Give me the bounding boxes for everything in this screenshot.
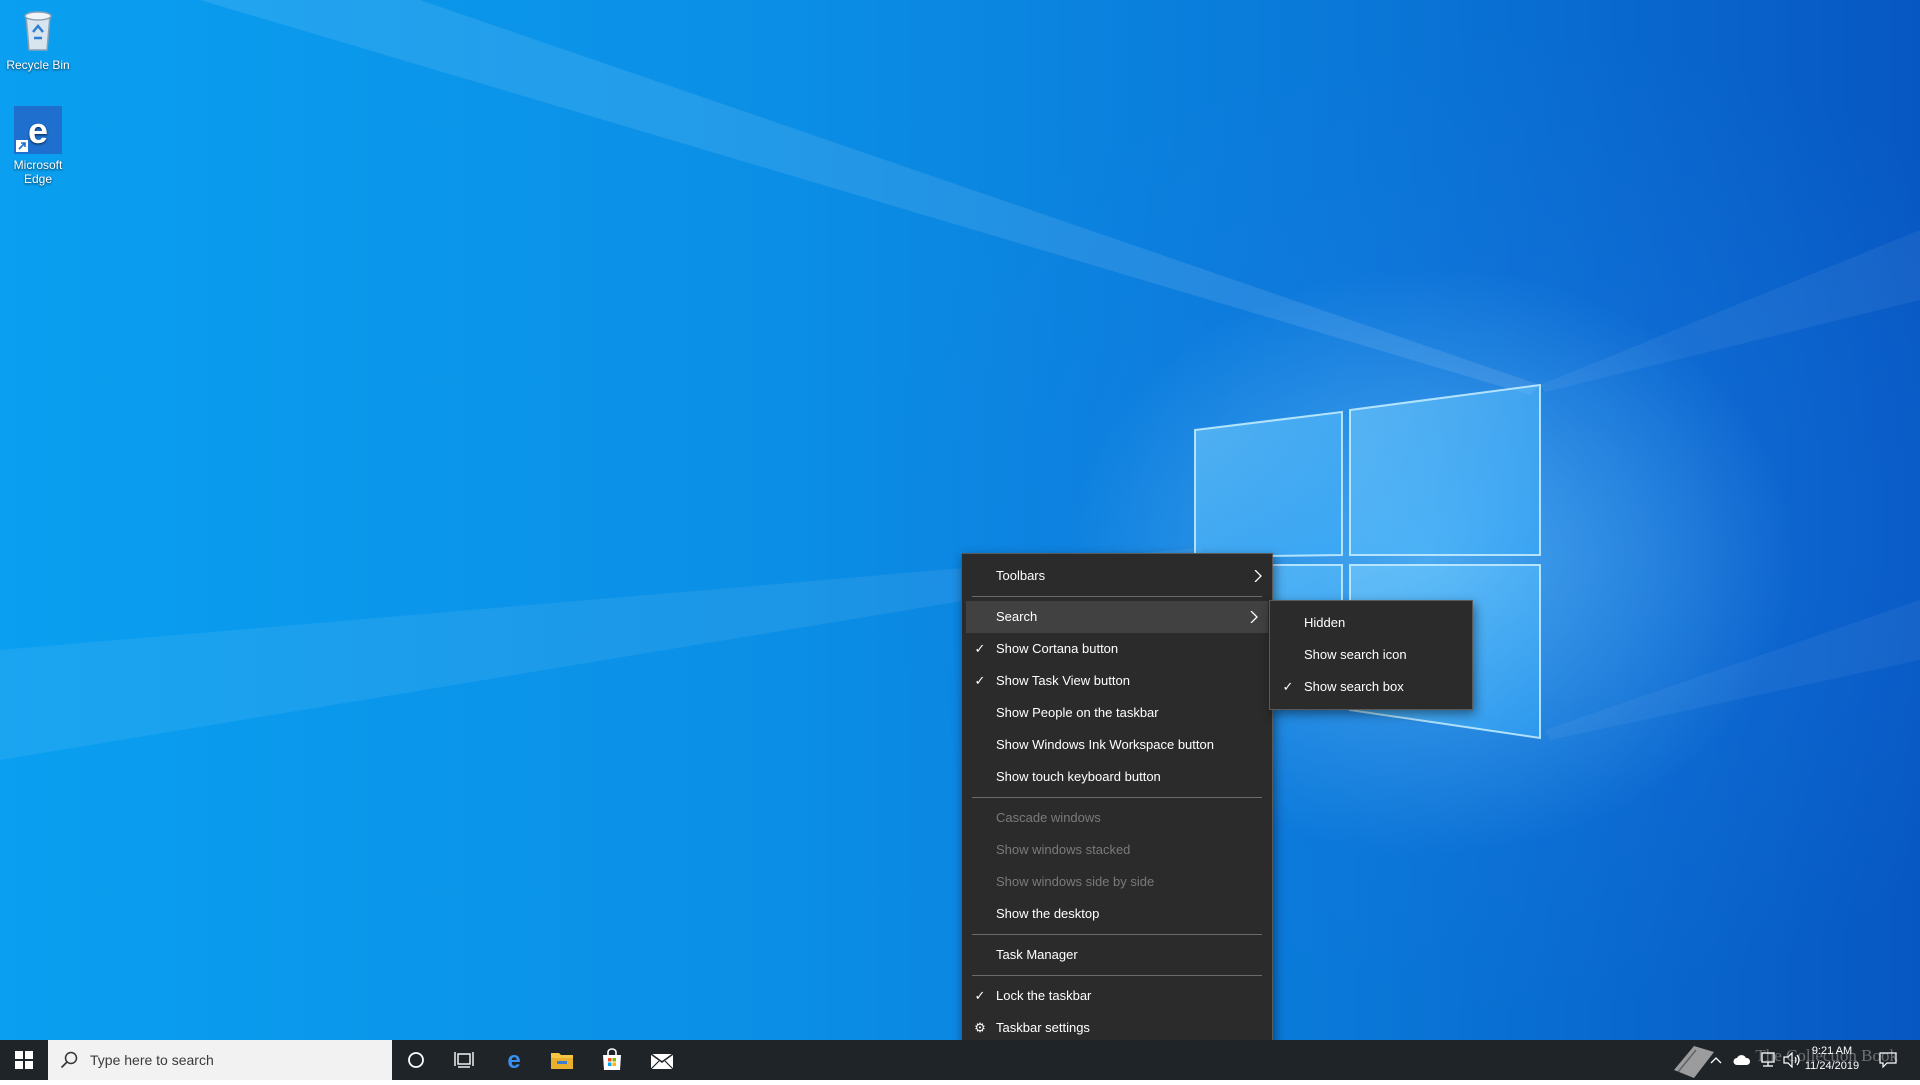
checkmark-icon: ✓ bbox=[974, 988, 986, 1003]
taskbar-search-box[interactable] bbox=[48, 1040, 392, 1080]
menu-item-cascade-windows: Cascade windows bbox=[962, 802, 1272, 834]
cloud-icon bbox=[1733, 1055, 1751, 1065]
taskbar-edge-button[interactable]: e bbox=[490, 1040, 538, 1080]
action-center-button[interactable] bbox=[1874, 1040, 1902, 1080]
menu-item-show-cortana-button[interactable]: ✓ Show Cortana button bbox=[962, 633, 1272, 665]
clock-time: 9:21 AM bbox=[1811, 1045, 1853, 1057]
cortana-button[interactable] bbox=[392, 1040, 440, 1080]
svg-text:e: e bbox=[507, 1048, 520, 1072]
store-icon bbox=[603, 1048, 621, 1070]
menu-item-label: Toolbars bbox=[996, 568, 1046, 583]
taskbar-mail-button[interactable] bbox=[638, 1040, 686, 1080]
menu-item-windows-stacked: Show windows stacked bbox=[962, 834, 1272, 866]
menu-item-label: Show touch keyboard button bbox=[996, 769, 1161, 784]
menu-item-label: Show the desktop bbox=[996, 906, 1100, 921]
chevron-right-icon bbox=[1250, 611, 1258, 623]
desktop-icon-label: Recycle Bin bbox=[6, 58, 70, 72]
menu-item-show-people[interactable]: Show People on the taskbar bbox=[962, 697, 1272, 729]
menu-item-show-task-view-button[interactable]: ✓ Show Task View button bbox=[962, 665, 1272, 697]
menu-separator bbox=[972, 596, 1262, 597]
taskbar-store-button[interactable] bbox=[588, 1040, 636, 1080]
search-input[interactable] bbox=[88, 1051, 372, 1069]
network-icon bbox=[1761, 1052, 1775, 1067]
menu-separator bbox=[972, 934, 1262, 935]
submenu-item-show-search-icon[interactable]: Show search icon bbox=[1270, 639, 1472, 671]
menu-item-search[interactable]: Search bbox=[966, 601, 1268, 633]
checkmark-icon: ✓ bbox=[1282, 679, 1294, 694]
menu-item-show-touch-keyboard[interactable]: Show touch keyboard button bbox=[962, 761, 1272, 793]
chevron-up-icon bbox=[1710, 1057, 1722, 1064]
cortana-icon bbox=[408, 1052, 424, 1068]
menu-item-task-manager[interactable]: Task Manager bbox=[962, 939, 1272, 971]
menu-item-label: Show windows side by side bbox=[996, 874, 1155, 889]
recycle-bin-icon bbox=[14, 6, 62, 54]
desktop-icon-label: Edge bbox=[23, 172, 53, 186]
search-submenu: Hidden Show search icon ✓ Show search bo… bbox=[1269, 600, 1473, 710]
menu-item-label: Task Manager bbox=[996, 947, 1078, 962]
menu-item-label: Lock the taskbar bbox=[996, 988, 1092, 1003]
menu-item-label: Show Task View button bbox=[996, 673, 1130, 688]
chevron-right-icon bbox=[1254, 570, 1262, 582]
menu-item-label: Search bbox=[996, 609, 1038, 624]
notification-icon bbox=[1879, 1052, 1897, 1068]
desktop[interactable]: Recycle Bin e Microsoft Edge Toolbars Se… bbox=[0, 0, 1920, 1040]
start-button[interactable] bbox=[0, 1040, 48, 1080]
menu-item-label: Show search box bbox=[1304, 679, 1404, 694]
taskbar-file-explorer-button[interactable] bbox=[538, 1040, 586, 1080]
checkmark-icon: ✓ bbox=[974, 641, 986, 656]
desktop-icon-label: Microsoft bbox=[13, 158, 63, 172]
edge-icon: e bbox=[507, 1048, 520, 1072]
onedrive-tray-button[interactable] bbox=[1730, 1040, 1754, 1080]
task-view-icon bbox=[454, 1052, 474, 1068]
clock-date: 11/24/2019 bbox=[1804, 1060, 1860, 1072]
menu-item-label: Cascade windows bbox=[996, 810, 1101, 825]
menu-item-taskbar-settings[interactable]: ⚙ Taskbar settings bbox=[962, 1012, 1272, 1040]
windows-logo-wallpaper bbox=[1194, 383, 1541, 740]
menu-separator bbox=[972, 797, 1262, 798]
edge-icon: e bbox=[14, 106, 62, 154]
menu-item-windows-side-by-side: Show windows side by side bbox=[962, 866, 1272, 898]
menu-item-toolbars[interactable]: Toolbars bbox=[962, 560, 1272, 592]
taskbar-clock[interactable]: 9:21 AM 11/24/2019 bbox=[1794, 1044, 1870, 1074]
desktop-icon-edge[interactable]: e Microsoft Edge bbox=[1, 106, 75, 186]
menu-item-label: Show windows stacked bbox=[996, 842, 1131, 857]
menu-separator bbox=[972, 975, 1262, 976]
desktop-icon-recycle-bin[interactable]: Recycle Bin bbox=[1, 6, 75, 72]
menu-item-label: Show Windows Ink Workspace button bbox=[996, 737, 1214, 752]
menu-item-label: Show Cortana button bbox=[996, 641, 1119, 656]
gear-icon: ⚙ bbox=[974, 1020, 986, 1035]
menu-item-label: Show People on the taskbar bbox=[996, 705, 1159, 720]
network-tray-button[interactable] bbox=[1756, 1040, 1780, 1080]
windows-start-icon bbox=[15, 1051, 33, 1069]
menu-item-label: Hidden bbox=[1304, 615, 1346, 630]
menu-item-label: Show search icon bbox=[1304, 647, 1407, 662]
show-hidden-icons-button[interactable] bbox=[1706, 1040, 1726, 1080]
mail-icon bbox=[650, 1053, 674, 1070]
menu-item-show-ink-workspace[interactable]: Show Windows Ink Workspace button bbox=[962, 729, 1272, 761]
taskbar-context-menu: Toolbars Search ✓ Show Cortana button ✓ … bbox=[961, 553, 1273, 1040]
submenu-item-show-search-box[interactable]: ✓ Show search box bbox=[1270, 671, 1472, 703]
file-explorer-icon bbox=[551, 1053, 573, 1069]
menu-item-label: Taskbar settings bbox=[996, 1020, 1090, 1035]
menu-item-show-desktop[interactable]: Show the desktop bbox=[962, 898, 1272, 930]
search-icon bbox=[60, 1051, 78, 1069]
task-view-button[interactable] bbox=[440, 1040, 488, 1080]
menu-item-lock-taskbar[interactable]: ✓ Lock the taskbar bbox=[962, 980, 1272, 1012]
checkmark-icon: ✓ bbox=[974, 673, 986, 688]
taskbar[interactable]: e The Collection Book bbox=[0, 1040, 1920, 1080]
svg-text:e: e bbox=[28, 110, 48, 151]
submenu-item-hidden[interactable]: Hidden bbox=[1270, 607, 1472, 639]
